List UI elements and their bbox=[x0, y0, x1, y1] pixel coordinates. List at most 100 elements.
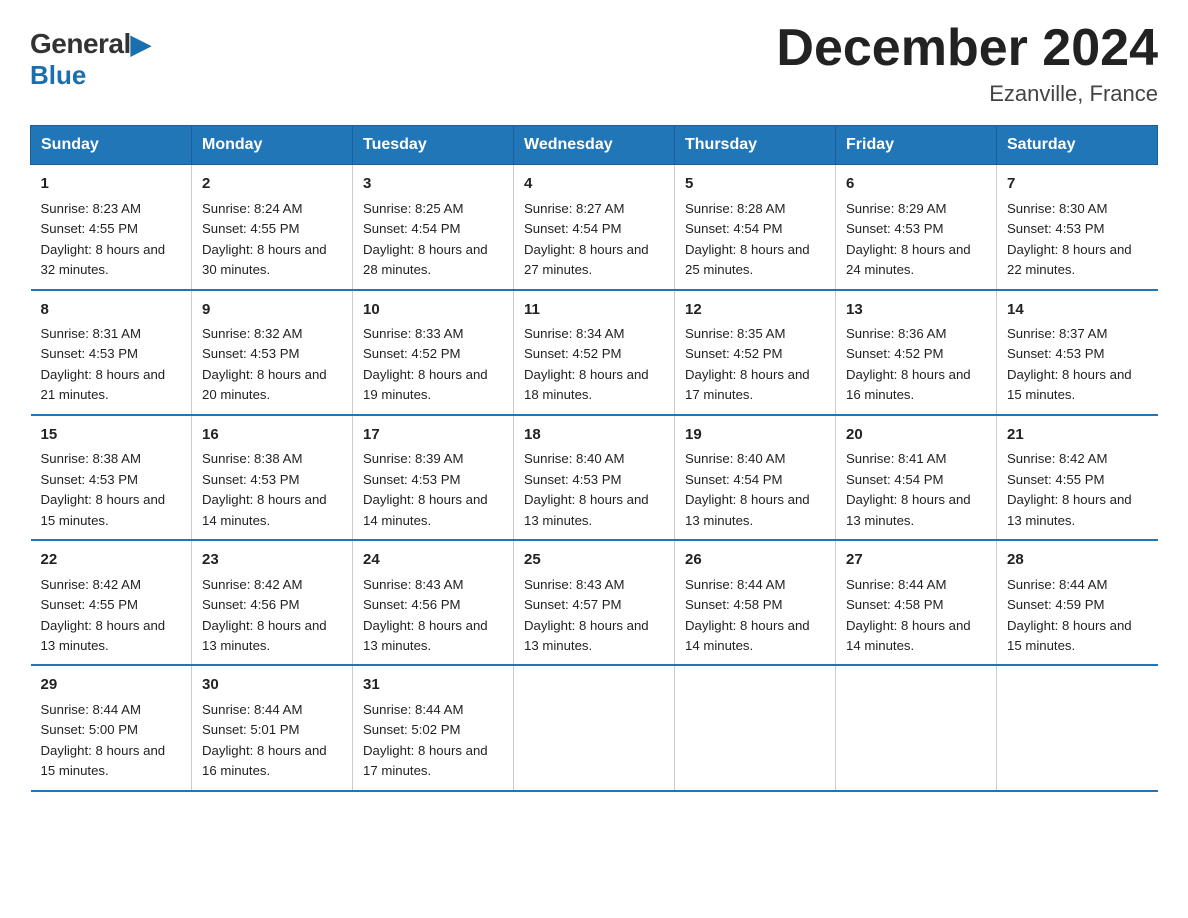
calendar-cell bbox=[675, 665, 836, 790]
day-info: Sunrise: 8:31 AMSunset: 4:53 PMDaylight:… bbox=[41, 326, 166, 402]
calendar-cell: 20 Sunrise: 8:41 AMSunset: 4:54 PMDaylig… bbox=[836, 415, 997, 540]
logo: General ▶ Blue bbox=[30, 28, 151, 91]
logo-blue-text: ▶ bbox=[131, 29, 151, 60]
day-number: 24 bbox=[363, 549, 503, 572]
day-info: Sunrise: 8:38 AMSunset: 4:53 PMDaylight:… bbox=[41, 451, 166, 527]
calendar-cell: 10 Sunrise: 8:33 AMSunset: 4:52 PMDaylig… bbox=[353, 290, 514, 415]
calendar-cell: 21 Sunrise: 8:42 AMSunset: 4:55 PMDaylig… bbox=[997, 415, 1158, 540]
calendar-cell: 16 Sunrise: 8:38 AMSunset: 4:53 PMDaylig… bbox=[192, 415, 353, 540]
day-number: 10 bbox=[363, 299, 503, 322]
day-info: Sunrise: 8:44 AMSunset: 5:02 PMDaylight:… bbox=[363, 702, 488, 778]
calendar-cell: 8 Sunrise: 8:31 AMSunset: 4:53 PMDayligh… bbox=[31, 290, 192, 415]
col-header-friday: Friday bbox=[836, 126, 997, 165]
calendar-cell: 5 Sunrise: 8:28 AMSunset: 4:54 PMDayligh… bbox=[675, 165, 836, 290]
calendar-cell: 30 Sunrise: 8:44 AMSunset: 5:01 PMDaylig… bbox=[192, 665, 353, 790]
day-info: Sunrise: 8:43 AMSunset: 4:57 PMDaylight:… bbox=[524, 577, 649, 653]
calendar-cell: 18 Sunrise: 8:40 AMSunset: 4:53 PMDaylig… bbox=[514, 415, 675, 540]
day-info: Sunrise: 8:42 AMSunset: 4:55 PMDaylight:… bbox=[1007, 451, 1132, 527]
week-row-2: 8 Sunrise: 8:31 AMSunset: 4:53 PMDayligh… bbox=[31, 290, 1158, 415]
calendar-cell: 26 Sunrise: 8:44 AMSunset: 4:58 PMDaylig… bbox=[675, 540, 836, 665]
calendar-cell: 28 Sunrise: 8:44 AMSunset: 4:59 PMDaylig… bbox=[997, 540, 1158, 665]
page-header: General ▶ Blue December 2024 Ezanville, … bbox=[30, 20, 1158, 107]
calendar-cell: 9 Sunrise: 8:32 AMSunset: 4:53 PMDayligh… bbox=[192, 290, 353, 415]
day-number: 22 bbox=[41, 549, 182, 572]
day-info: Sunrise: 8:33 AMSunset: 4:52 PMDaylight:… bbox=[363, 326, 488, 402]
day-number: 8 bbox=[41, 299, 182, 322]
day-info: Sunrise: 8:42 AMSunset: 4:56 PMDaylight:… bbox=[202, 577, 327, 653]
day-number: 6 bbox=[846, 173, 986, 196]
day-number: 9 bbox=[202, 299, 342, 322]
day-info: Sunrise: 8:24 AMSunset: 4:55 PMDaylight:… bbox=[202, 201, 327, 277]
week-row-5: 29 Sunrise: 8:44 AMSunset: 5:00 PMDaylig… bbox=[31, 665, 1158, 790]
calendar-table: SundayMondayTuesdayWednesdayThursdayFrid… bbox=[30, 125, 1158, 792]
logo-general-text: General bbox=[30, 28, 131, 60]
day-number: 28 bbox=[1007, 549, 1148, 572]
day-info: Sunrise: 8:43 AMSunset: 4:56 PMDaylight:… bbox=[363, 577, 488, 653]
day-number: 15 bbox=[41, 424, 182, 447]
calendar-cell: 6 Sunrise: 8:29 AMSunset: 4:53 PMDayligh… bbox=[836, 165, 997, 290]
col-header-sunday: Sunday bbox=[31, 126, 192, 165]
day-number: 16 bbox=[202, 424, 342, 447]
day-number: 11 bbox=[524, 299, 664, 322]
calendar-cell bbox=[836, 665, 997, 790]
week-row-1: 1 Sunrise: 8:23 AMSunset: 4:55 PMDayligh… bbox=[31, 165, 1158, 290]
day-number: 2 bbox=[202, 173, 342, 196]
subtitle: Ezanville, France bbox=[776, 81, 1158, 107]
calendar-cell bbox=[997, 665, 1158, 790]
col-header-tuesday: Tuesday bbox=[353, 126, 514, 165]
day-info: Sunrise: 8:44 AMSunset: 4:58 PMDaylight:… bbox=[685, 577, 810, 653]
day-info: Sunrise: 8:44 AMSunset: 4:59 PMDaylight:… bbox=[1007, 577, 1132, 653]
day-info: Sunrise: 8:42 AMSunset: 4:55 PMDaylight:… bbox=[41, 577, 166, 653]
day-number: 7 bbox=[1007, 173, 1148, 196]
col-header-saturday: Saturday bbox=[997, 126, 1158, 165]
calendar-cell: 31 Sunrise: 8:44 AMSunset: 5:02 PMDaylig… bbox=[353, 665, 514, 790]
day-number: 14 bbox=[1007, 299, 1148, 322]
day-number: 26 bbox=[685, 549, 825, 572]
calendar-cell: 15 Sunrise: 8:38 AMSunset: 4:53 PMDaylig… bbox=[31, 415, 192, 540]
calendar-cell: 25 Sunrise: 8:43 AMSunset: 4:57 PMDaylig… bbox=[514, 540, 675, 665]
day-number: 13 bbox=[846, 299, 986, 322]
day-info: Sunrise: 8:29 AMSunset: 4:53 PMDaylight:… bbox=[846, 201, 971, 277]
title-area: December 2024 Ezanville, France bbox=[776, 20, 1158, 107]
day-info: Sunrise: 8:23 AMSunset: 4:55 PMDaylight:… bbox=[41, 201, 166, 277]
week-row-3: 15 Sunrise: 8:38 AMSunset: 4:53 PMDaylig… bbox=[31, 415, 1158, 540]
day-info: Sunrise: 8:39 AMSunset: 4:53 PMDaylight:… bbox=[363, 451, 488, 527]
day-info: Sunrise: 8:32 AMSunset: 4:53 PMDaylight:… bbox=[202, 326, 327, 402]
day-number: 3 bbox=[363, 173, 503, 196]
day-info: Sunrise: 8:44 AMSunset: 4:58 PMDaylight:… bbox=[846, 577, 971, 653]
day-info: Sunrise: 8:36 AMSunset: 4:52 PMDaylight:… bbox=[846, 326, 971, 402]
day-info: Sunrise: 8:27 AMSunset: 4:54 PMDaylight:… bbox=[524, 201, 649, 277]
calendar-cell: 19 Sunrise: 8:40 AMSunset: 4:54 PMDaylig… bbox=[675, 415, 836, 540]
day-info: Sunrise: 8:30 AMSunset: 4:53 PMDaylight:… bbox=[1007, 201, 1132, 277]
calendar-cell bbox=[514, 665, 675, 790]
calendar-cell: 29 Sunrise: 8:44 AMSunset: 5:00 PMDaylig… bbox=[31, 665, 192, 790]
day-info: Sunrise: 8:40 AMSunset: 4:53 PMDaylight:… bbox=[524, 451, 649, 527]
day-number: 20 bbox=[846, 424, 986, 447]
col-header-thursday: Thursday bbox=[675, 126, 836, 165]
day-number: 31 bbox=[363, 674, 503, 697]
calendar-cell: 14 Sunrise: 8:37 AMSunset: 4:53 PMDaylig… bbox=[997, 290, 1158, 415]
col-header-monday: Monday bbox=[192, 126, 353, 165]
week-row-4: 22 Sunrise: 8:42 AMSunset: 4:55 PMDaylig… bbox=[31, 540, 1158, 665]
calendar-cell: 4 Sunrise: 8:27 AMSunset: 4:54 PMDayligh… bbox=[514, 165, 675, 290]
day-info: Sunrise: 8:44 AMSunset: 5:00 PMDaylight:… bbox=[41, 702, 166, 778]
calendar-cell: 27 Sunrise: 8:44 AMSunset: 4:58 PMDaylig… bbox=[836, 540, 997, 665]
logo-blue-box: ▶ bbox=[131, 29, 151, 60]
calendar-cell: 7 Sunrise: 8:30 AMSunset: 4:53 PMDayligh… bbox=[997, 165, 1158, 290]
day-number: 23 bbox=[202, 549, 342, 572]
day-number: 17 bbox=[363, 424, 503, 447]
day-number: 27 bbox=[846, 549, 986, 572]
day-number: 1 bbox=[41, 173, 182, 196]
calendar-cell: 1 Sunrise: 8:23 AMSunset: 4:55 PMDayligh… bbox=[31, 165, 192, 290]
day-number: 25 bbox=[524, 549, 664, 572]
calendar-cell: 2 Sunrise: 8:24 AMSunset: 4:55 PMDayligh… bbox=[192, 165, 353, 290]
day-info: Sunrise: 8:28 AMSunset: 4:54 PMDaylight:… bbox=[685, 201, 810, 277]
calendar-cell: 12 Sunrise: 8:35 AMSunset: 4:52 PMDaylig… bbox=[675, 290, 836, 415]
calendar-cell: 17 Sunrise: 8:39 AMSunset: 4:53 PMDaylig… bbox=[353, 415, 514, 540]
day-number: 29 bbox=[41, 674, 182, 697]
calendar-cell: 3 Sunrise: 8:25 AMSunset: 4:54 PMDayligh… bbox=[353, 165, 514, 290]
day-info: Sunrise: 8:34 AMSunset: 4:52 PMDaylight:… bbox=[524, 326, 649, 402]
day-number: 21 bbox=[1007, 424, 1148, 447]
day-info: Sunrise: 8:35 AMSunset: 4:52 PMDaylight:… bbox=[685, 326, 810, 402]
day-info: Sunrise: 8:44 AMSunset: 5:01 PMDaylight:… bbox=[202, 702, 327, 778]
